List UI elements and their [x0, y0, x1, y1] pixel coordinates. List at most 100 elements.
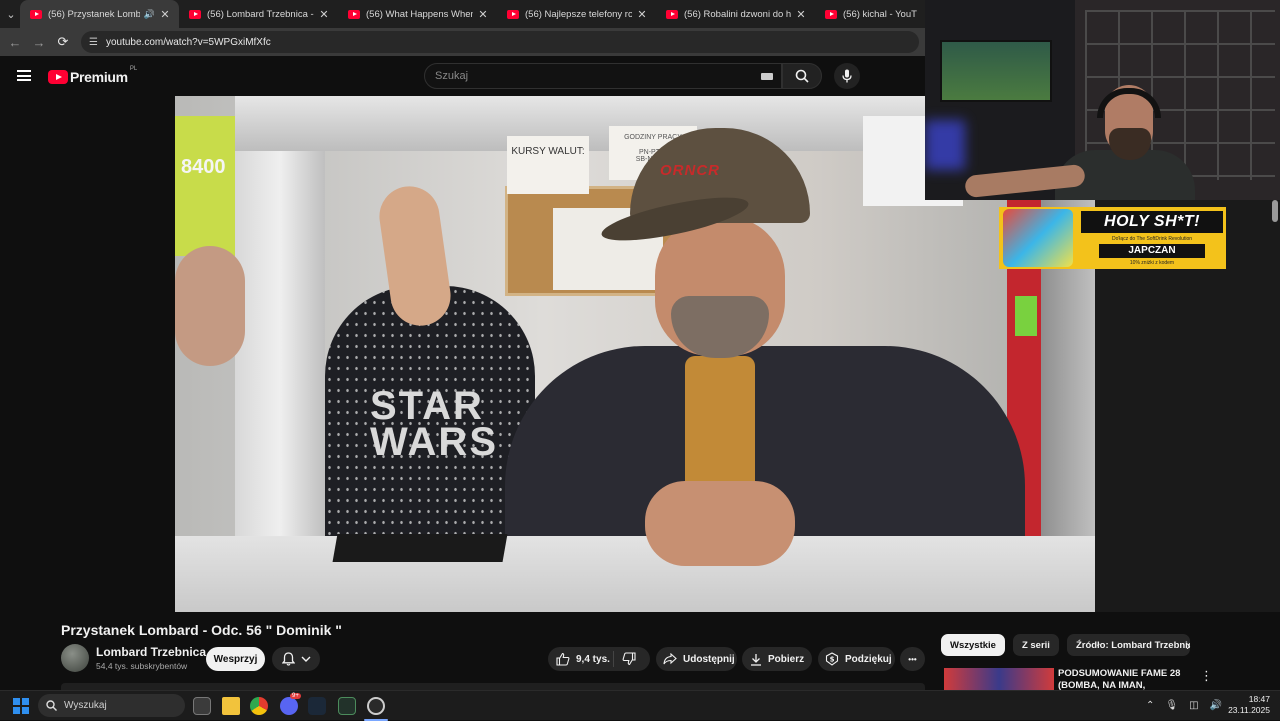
share-label: Udostępnij [683, 653, 735, 665]
channel-info: Lombard Trzebnica 54,4 tys. subskrybentó… [61, 644, 206, 672]
sponsor-banner: HOLY SH*T! Do'łącz do The SoftDrink Revo… [999, 207, 1226, 269]
more-actions-button[interactable]: ••• [900, 647, 925, 671]
chrome-icon[interactable] [250, 697, 268, 715]
youtube-header: Premium PL Szukaj [0, 56, 925, 96]
task-view-icon[interactable] [193, 697, 211, 715]
share-icon [663, 653, 677, 665]
taskbar-search-input[interactable]: Wyszukaj [38, 694, 185, 717]
thumbs-down-icon [622, 652, 636, 666]
browser-tab[interactable]: (56) What Happens When A Hu ✕ [338, 0, 497, 28]
browser-tab[interactable]: (56) Lombard Trzebnica - YouTube ✕ [179, 0, 338, 28]
close-tab-icon[interactable]: ✕ [795, 8, 807, 21]
youtube-favicon-icon [30, 9, 42, 19]
chip-source[interactable]: Źródło: Lombard Trzebnica [1066, 634, 1190, 656]
voice-search-button[interactable] [834, 63, 860, 89]
share-button[interactable]: Udostępnij [656, 647, 737, 671]
video-title: Przystanek Lombard - Odc. 56 " Dominik " [61, 622, 342, 638]
recommendation-item[interactable]: PODSUMOWANIE FAME 28 (BOMBA, NA IMAN, MA… [944, 668, 1280, 690]
channel-avatar[interactable] [61, 644, 89, 672]
taskbar-search-placeholder: Wyszukaj [64, 700, 107, 711]
forward-arrow-icon[interactable]: → [27, 35, 51, 50]
recommendation-title[interactable]: PODSUMOWANIE FAME 28 (BOMBA, NA IMAN, MA… [1058, 668, 1188, 690]
close-tab-icon[interactable]: ✕ [636, 8, 648, 21]
download-button[interactable]: Pobierz [742, 647, 812, 671]
app-icon[interactable] [338, 697, 356, 715]
chevron-right-icon[interactable]: › [1186, 637, 1191, 653]
browser-tab[interactable]: (56) Robalini dzwoni do hotelu ✕ [656, 0, 815, 28]
taskbar-clock[interactable]: 18:47 23.11.2025 [1226, 694, 1270, 716]
site-info-icon[interactable]: ☰ [89, 37, 98, 48]
system-tray: ⌃ 🎙 ◫ 🔊 [1146, 700, 1222, 711]
chip-all[interactable]: Wszystkie [941, 634, 1005, 656]
close-tab-icon[interactable]: ✕ [159, 8, 171, 21]
youtube-premium-logo[interactable]: Premium PL [48, 66, 138, 85]
video-shirt-logo: STAR WARS [370, 384, 498, 464]
banner-headline: HOLY SH*T! [1081, 211, 1223, 233]
video-card-terminal [332, 534, 508, 562]
browser-tab[interactable]: (56) Najlepsze telefony robaline ✕ [497, 0, 656, 28]
search-icon [46, 700, 57, 711]
webcam-blue-light [925, 120, 965, 170]
keyboard-icon[interactable] [761, 73, 773, 80]
tab-search-menu-button[interactable]: ⌄ [2, 2, 20, 26]
subscriber-count: 54,4 tys. subskrybentów [96, 661, 188, 671]
recommendation-thumbnail[interactable] [944, 668, 1054, 690]
chevron-down-icon: ⌄ [6, 8, 16, 21]
channel-name[interactable]: Lombard Trzebnica [96, 645, 206, 659]
youtube-favicon-icon [825, 9, 837, 19]
thumbs-up-icon [556, 652, 570, 666]
like-button[interactable]: 9,4 tys. [548, 651, 614, 667]
video-person-reflection [175, 246, 245, 366]
banner-brand: JAPCZAN [1099, 244, 1205, 258]
region-label: PL [129, 66, 138, 72]
tab-title: (56) Robalini dzwoni do hotelu [684, 8, 791, 20]
windows-start-icon[interactable] [13, 698, 29, 714]
url-text: youtube.com/watch?v=5WPGxiMfXfc [105, 36, 271, 48]
support-button[interactable]: Wesprzyj [206, 647, 265, 671]
download-label: Pobierz [768, 653, 805, 665]
hamburger-menu-icon[interactable] [17, 70, 31, 81]
bell-icon [281, 652, 295, 666]
close-tab-icon[interactable]: ✕ [477, 8, 489, 21]
youtube-logo-icon [48, 70, 68, 84]
volume-icon[interactable]: 🔊 [1210, 700, 1222, 711]
search-button[interactable] [782, 63, 822, 89]
speaker-icon[interactable]: 🔊 [144, 9, 155, 20]
clock-time: 18:47 [1248, 694, 1270, 704]
dislike-button[interactable] [614, 652, 650, 666]
search-placeholder: Szukaj [435, 70, 469, 82]
poster-number: 8400 [181, 156, 226, 178]
like-dislike-group: 9,4 tys. [548, 647, 650, 671]
chevron-down-icon [301, 656, 310, 662]
obs-icon[interactable] [367, 697, 385, 715]
chevron-up-icon[interactable]: ⌃ [1146, 700, 1154, 711]
close-tab-icon[interactable]: ✕ [318, 8, 330, 21]
discord-badge: 9+ [290, 693, 301, 699]
search-input[interactable]: Szukaj [424, 63, 782, 89]
browser-tab[interactable]: (56) kichal - YouTube [815, 0, 925, 28]
video-cap-brand: ORNCR [660, 162, 720, 179]
banner-discount: 10% zniżki z kodem [1129, 260, 1175, 266]
chip-series[interactable]: Z serii [1012, 634, 1059, 656]
microphone-icon[interactable]: 🎙 [1165, 700, 1178, 711]
tab-title: (56) Przystanek Lombard - Odc [48, 8, 140, 20]
browser-tab[interactable]: (56) Przystanek Lombard - Odc 🔊 ✕ [20, 0, 179, 28]
back-arrow-icon[interactable]: ← [3, 35, 27, 50]
video-poster: 8400 [175, 116, 237, 256]
steam-icon[interactable] [308, 697, 326, 715]
kebab-menu-icon[interactable]: ⋮ [1200, 668, 1213, 684]
clock-date: 23.11.2025 [1228, 705, 1270, 715]
network-icon[interactable]: ◫ [1189, 700, 1198, 711]
svg-text:$: $ [830, 655, 835, 663]
tab-title: (56) What Happens When A Hu [366, 8, 473, 20]
file-explorer-icon[interactable] [222, 697, 240, 715]
search-icon [795, 69, 809, 83]
reload-icon[interactable]: ⟳ [51, 34, 75, 50]
thanks-button[interactable]: $ Podziękuj [818, 647, 895, 671]
filter-chips: Wszystkie Z serii Źródło: Lombard Trzebn… [941, 634, 1190, 656]
notification-button[interactable] [272, 647, 320, 671]
discord-icon[interactable] [280, 697, 298, 715]
url-field[interactable]: ☰ youtube.com/watch?v=5WPGxiMfXfc [81, 31, 919, 53]
microphone-icon [842, 69, 852, 83]
scrollbar-thumb[interactable] [1272, 200, 1278, 222]
